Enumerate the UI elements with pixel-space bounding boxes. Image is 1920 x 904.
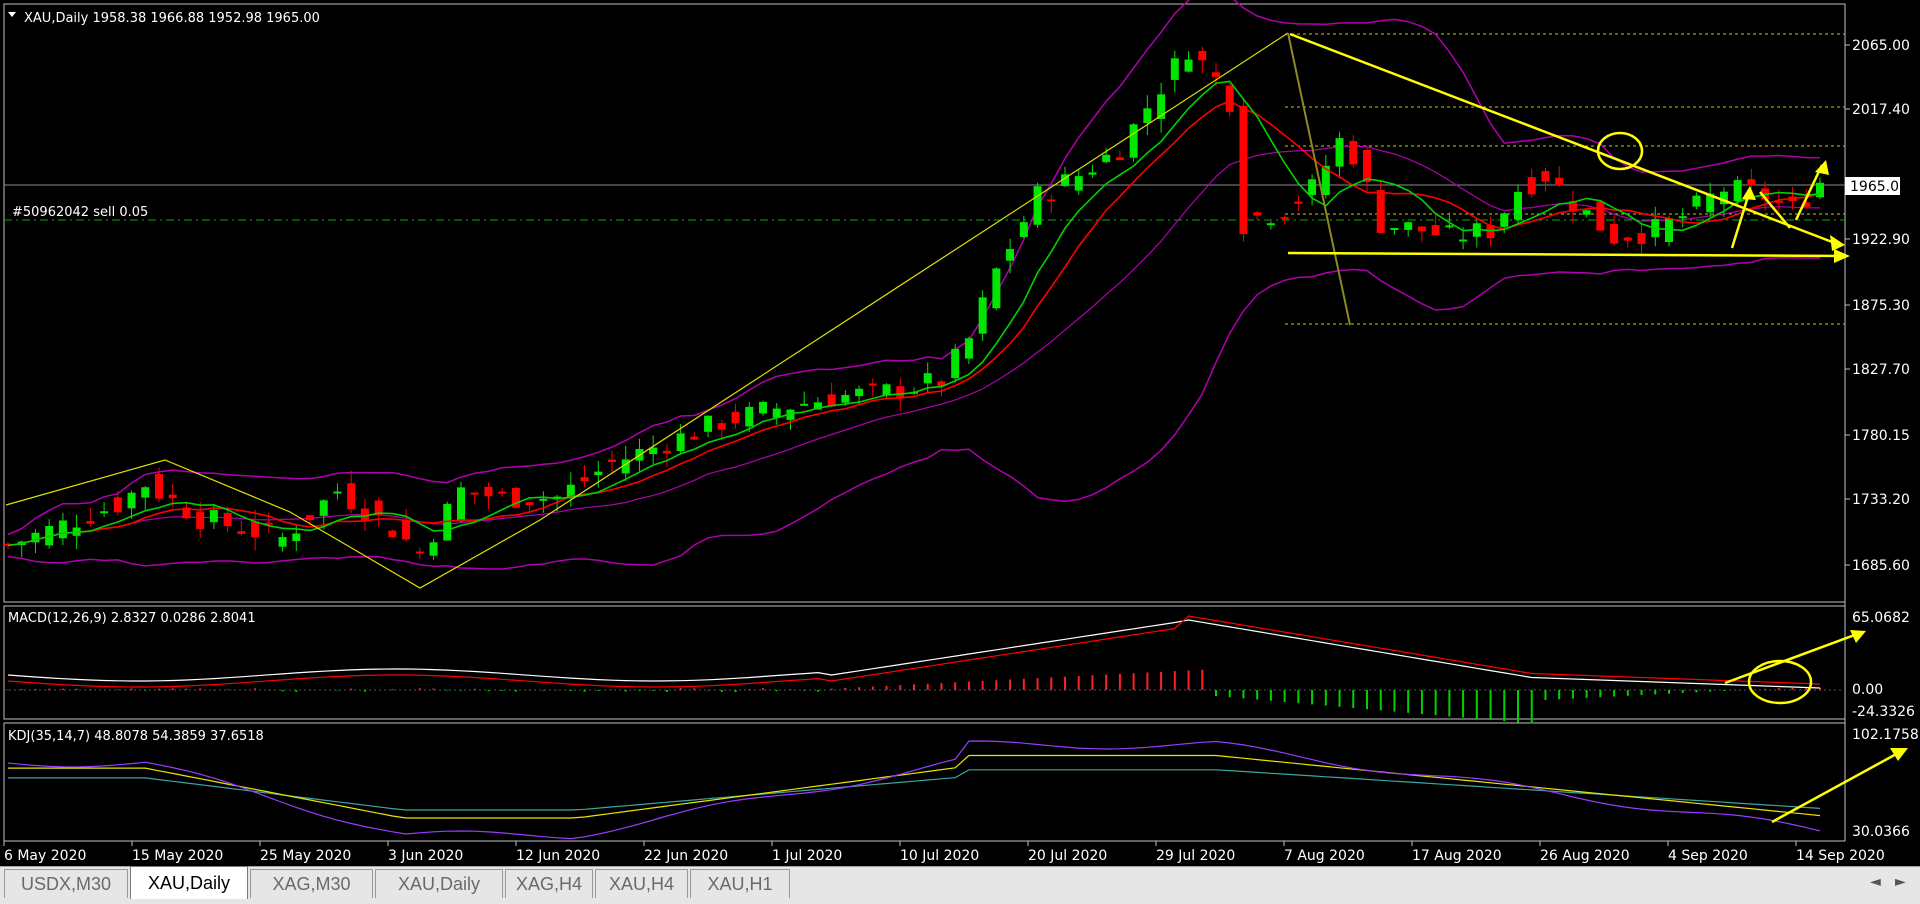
price-tick-label: 1733.20	[1852, 492, 1910, 508]
date-axis: 6 May 2020 15 May 2020 25 May 2020 3 Jun 20…	[3, 841, 1885, 864]
date-tick-label: 6 May 2020	[4, 848, 86, 864]
tab-xag-m30[interactable]: XAG,M30	[250, 869, 373, 898]
macd-tick-label: 0.00	[1852, 682, 1883, 698]
tab-xau-h1[interactable]: XAU,H1	[690, 869, 790, 898]
tab-xau-daily[interactable]: XAU,Daily	[375, 869, 503, 898]
tab-xau-h4[interactable]: XAU,H4	[595, 869, 688, 898]
price-axis: 2065.00 2017.40 1922.90 1875.30 1827.70 1780.…	[1845, 38, 1910, 574]
date-tick-label: 17 Aug 2020	[1412, 848, 1502, 864]
kdj-tick-label: 102.1758	[1852, 727, 1919, 743]
candle	[992, 267, 1001, 311]
date-tick-label: 26 Aug 2020	[1540, 848, 1630, 864]
tab-xau-daily[interactable]: XAU,Daily	[130, 866, 248, 899]
kdj-tick-label: 30.0366	[1852, 824, 1910, 840]
date-tick-label: 14 Sep 2020	[1796, 848, 1885, 864]
current-price-label: 1965.00	[1850, 179, 1908, 195]
chart-header: XAU,Daily 1958.38 1966.88 1952.98 1965.0…	[24, 11, 320, 26]
macd-frame	[3, 605, 1846, 720]
date-tick-label: 12 Jun 2020	[516, 848, 600, 864]
price-tick-label: 1780.15	[1852, 428, 1910, 444]
macd-tick-label: -24.3326	[1852, 704, 1915, 720]
macd-tick-label: 65.0682	[1852, 610, 1910, 626]
tab-xag-h4[interactable]: XAG,H4	[505, 869, 593, 898]
scroll-right-icon[interactable]: ►	[1895, 874, 1906, 890]
candle	[388, 529, 397, 538]
kdj-header: KDJ(35,14,7) 48.8078 54.3859 37.6518	[8, 729, 264, 744]
price-tick-label: 2017.40	[1852, 102, 1910, 118]
kdj-frame	[3, 722, 1846, 842]
candle	[1665, 216, 1673, 247]
candle	[978, 290, 987, 341]
date-tick-label: 10 Jul 2020	[900, 848, 979, 864]
main-chart-frame	[3, 3, 1846, 603]
date-tick-label: 3 Jun 2020	[388, 848, 463, 864]
kdj-axis: 102.1758 30.0366	[1852, 727, 1919, 840]
price-tick-label: 2065.00	[1852, 38, 1910, 54]
candle	[1129, 123, 1138, 162]
date-tick-label: 29 Jul 2020	[1156, 848, 1235, 864]
tab-usdx-m30[interactable]: USDX,M30	[4, 869, 128, 898]
candle	[1239, 99, 1248, 242]
date-tick-label: 7 Aug 2020	[1284, 848, 1365, 864]
price-chart-area[interactable]: XAU,Daily 1958.38 1966.88 1952.98 1965.0…	[0, 0, 1920, 866]
trading-terminal: XAU,Daily 1958.38 1966.88 1952.98 1965.0…	[0, 0, 1920, 904]
price-tick-label: 1685.60	[1852, 558, 1910, 574]
candle	[951, 344, 960, 383]
date-tick-label: 20 Jul 2020	[1028, 848, 1107, 864]
date-tick-label: 15 May 2020	[132, 848, 223, 864]
price-tick-label: 1875.30	[1852, 298, 1910, 314]
scroll-left-icon[interactable]: ◄	[1870, 874, 1881, 890]
candle	[1033, 182, 1042, 229]
date-tick-label: 4 Sep 2020	[1668, 848, 1748, 864]
date-tick-label: 1 Jul 2020	[772, 848, 842, 864]
macd-header: MACD(12,26,9) 2.8327 0.0286 2.8041	[8, 611, 256, 626]
candle	[457, 481, 465, 523]
price-tick-label: 1922.90	[1852, 232, 1910, 248]
date-tick-label: 25 May 2020	[260, 848, 351, 864]
candle	[1596, 201, 1605, 231]
order-label: #50962042 sell 0.05	[12, 205, 148, 220]
price-tick-label: 1827.70	[1852, 362, 1910, 378]
macd-axis: 65.0682 0.00 -24.3326	[1852, 610, 1915, 720]
date-tick-label: 22 Jun 2020	[644, 848, 728, 864]
